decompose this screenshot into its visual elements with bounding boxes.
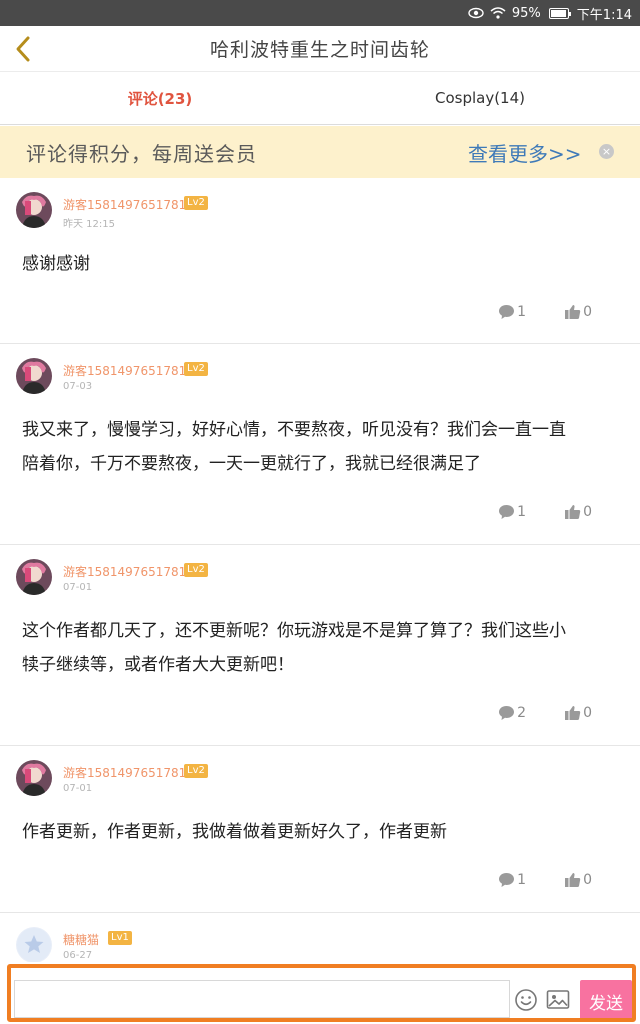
battery-icon [548,7,571,19]
reply-count: 1 [517,304,527,320]
clock: 下午1:14 [576,7,632,23]
smiley-icon [515,989,537,1011]
header: 哈利波特重生之时间齿轮 [0,26,640,72]
page-title: 哈利波特重生之时间齿轮 [209,39,430,61]
wifi-icon [490,7,506,19]
comment-list: 游客1581497651781 Lv2 昨天 12:15 感谢感谢 1 0 游客… [0,178,640,973]
comment-text: 作者更新，作者更新，我做着做着更新好久了，作者更新 [22,815,622,849]
like-count: 0 [583,304,592,320]
comment-line: 这个作者都几天了，还不更新呢？你玩游戏是不是算了算了？我们这些小 [22,621,566,641]
avatar[interactable] [16,927,52,963]
tab-bar: 评论(23) Cosplay(14) [0,72,640,125]
comment-actions: 1 0 [498,504,592,520]
comment-item: 游客1581497651781 Lv2 07-01 这个作者都几天了，还不更新呢… [0,545,640,746]
like-button[interactable]: 0 [564,504,592,520]
reply-button[interactable]: 1 [498,872,526,888]
comment-bubble-icon [499,873,515,887]
comment-text: 这个作者都几天了，还不更新呢？你玩游戏是不是算了算了？我们这些小 犊子继续等，或… [22,614,622,682]
username[interactable]: 游客1581497651781 [63,563,186,580]
avatar[interactable] [16,192,52,228]
emoji-button[interactable] [514,988,538,1012]
like-button[interactable]: 0 [564,304,592,320]
comment-line: 陪着你，千万不要熬夜，一天一更就行了，我就已经很满足了 [22,454,481,474]
comment-bubble-icon [499,505,515,519]
battery-percent: 95% [511,5,541,21]
level-badge: Lv2 [184,764,208,778]
username[interactable]: 糖糖猫 [63,931,99,948]
comment-item: 游客1581497651781 Lv2 07-01 作者更新，作者更新，我做着做… [0,746,640,913]
like-button[interactable]: 0 [564,872,592,888]
image-icon [546,990,570,1009]
avatar[interactable] [16,760,52,796]
comment-time: 07-01 [63,582,93,593]
comment-text: 感谢感谢 [22,247,622,281]
comment-time: 07-01 [63,783,93,794]
thumbs-up-icon [565,305,581,319]
username[interactable]: 游客1581497651781 [63,196,186,213]
comment-line: 作者更新，作者更新，我做着做着更新好久了，作者更新 [22,822,447,842]
banner-more-link[interactable]: 查看更多>> [468,138,582,167]
level-badge: Lv1 [108,931,132,945]
comment-line: 我又来了，慢慢学习，好好心情，不要熬夜，听见没有？我们会一直一直 [22,420,566,440]
like-count: 0 [583,872,592,888]
like-count: 0 [583,705,592,721]
comment-actions: 2 0 [498,705,592,721]
comment-line: 犊子继续等，或者作者大大更新吧！ [22,655,294,675]
reply-count: 1 [517,504,527,520]
comment-time: 07-03 [63,381,93,392]
tab-comments[interactable]: 评论(23) [0,72,320,124]
comment-actions: 1 0 [498,304,592,320]
avatar[interactable] [16,559,52,595]
comment-actions: 1 0 [498,872,592,888]
eye-icon [468,7,484,19]
reply-button[interactable]: 2 [498,705,526,721]
close-icon[interactable]: × [599,144,614,159]
comment-line: 感谢感谢 [22,254,90,274]
level-badge: Lv2 [184,196,208,210]
level-badge: Lv2 [184,362,208,376]
level-badge: Lv2 [184,563,208,577]
thumbs-up-icon [565,505,581,519]
comment-time: 06-27 [63,950,93,961]
username[interactable]: 游客1581497651781 [63,362,186,379]
avatar[interactable] [16,358,52,394]
reply-count: 1 [517,872,527,888]
back-button[interactable] [6,32,40,66]
reply-button[interactable]: 1 [498,504,526,520]
comment-bubble-icon [499,706,515,720]
thumbs-up-icon [565,873,581,887]
like-button[interactable]: 0 [564,705,592,721]
like-count: 0 [583,504,592,520]
status-bar: 95% 下午1:14 [0,0,640,26]
image-button[interactable] [546,989,570,1011]
banner-text: 评论得积分，每周送会员 [26,141,257,166]
comment-item: 游客1581497651781 Lv2 昨天 12:15 感谢感谢 1 0 [0,178,640,344]
comment-bubble-icon [499,305,515,319]
reply-button[interactable]: 1 [498,304,526,320]
comment-text: 我又来了，慢慢学习，好好心情，不要熬夜，听见没有？我们会一直一直 陪着你，千万不… [22,413,622,481]
chevron-left-icon [16,36,30,62]
reply-count: 2 [517,705,527,721]
send-button[interactable]: 发送 [580,980,632,1022]
thumbs-up-icon [565,706,581,720]
promo-banner: 评论得积分，每周送会员 查看更多>> [0,126,640,178]
comment-time: 昨天 12:15 [63,219,115,230]
tab-cosplay[interactable]: Cosplay(14) [320,72,640,124]
comment-item: 游客1581497651781 Lv2 07-03 我又来了，慢慢学习，好好心情… [0,344,640,545]
comment-input[interactable] [14,980,510,1018]
username[interactable]: 游客1581497651781 [63,764,186,781]
